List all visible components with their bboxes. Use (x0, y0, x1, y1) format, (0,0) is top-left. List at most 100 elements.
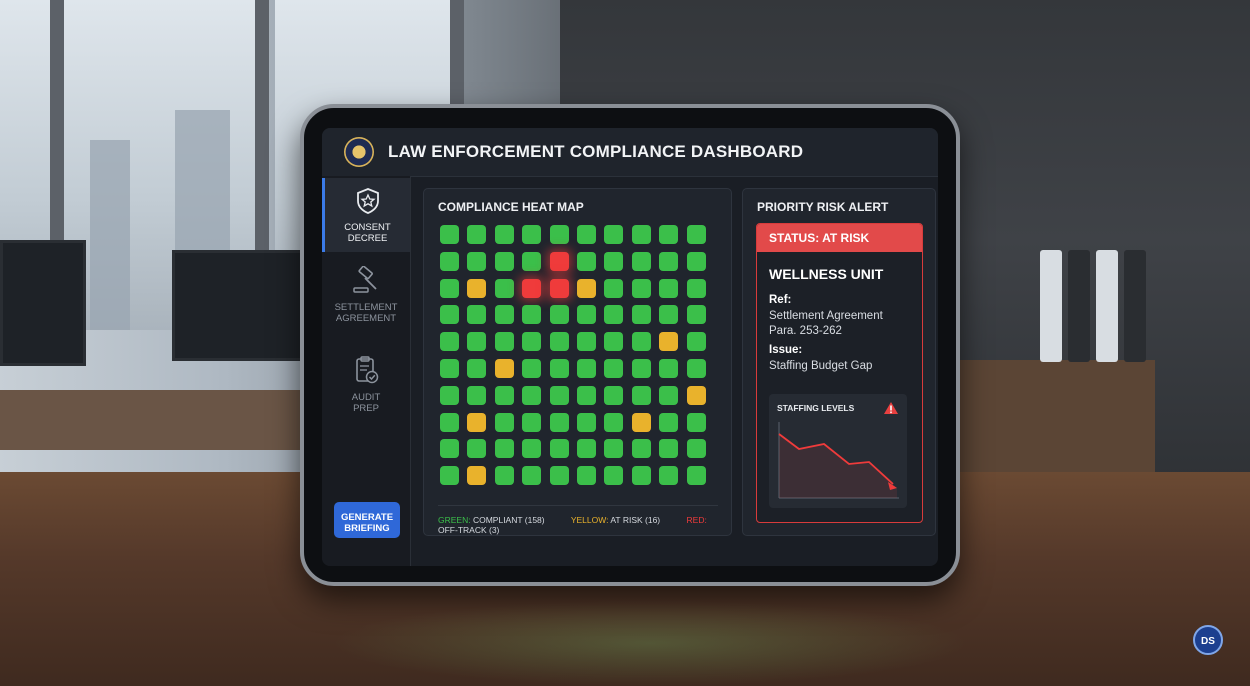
heat-map-cell[interactable] (549, 466, 569, 486)
generate-briefing-button[interactable]: GENERATE BRIEFING (334, 502, 400, 538)
heat-map-cell[interactable] (577, 332, 596, 352)
heat-map-cell[interactable] (467, 305, 487, 325)
heat-map-cell[interactable] (522, 466, 542, 486)
heat-map-cell[interactable] (631, 305, 651, 325)
sidebar-item-settlement-agreement[interactable]: SETTLEMENT AGREEMENT (322, 266, 410, 340)
heat-map-cell[interactable] (631, 225, 651, 244)
heat-map-cell[interactable] (522, 412, 542, 432)
heat-map-cell[interactable] (577, 466, 596, 486)
heat-map-cell[interactable] (659, 439, 679, 459)
heat-map-cell[interactable] (467, 439, 487, 459)
heat-map-cell[interactable] (467, 332, 487, 352)
heat-map-cell[interactable] (467, 385, 487, 405)
heat-map-cell[interactable] (577, 278, 596, 298)
heat-map-cell[interactable] (440, 412, 459, 432)
heat-map-cell[interactable] (522, 225, 542, 244)
heat-map-cell[interactable] (604, 412, 624, 432)
heat-map-cell[interactable] (467, 278, 487, 298)
heat-map-cell[interactable] (604, 359, 624, 378)
heat-map-cell[interactable] (440, 225, 459, 244)
heat-map-cell[interactable] (659, 278, 679, 298)
heat-map-cell[interactable] (686, 225, 706, 244)
heat-map-cell[interactable] (686, 332, 706, 352)
heat-map-cell[interactable] (494, 359, 514, 378)
heat-map-cell[interactable] (494, 332, 514, 352)
heat-map-cell[interactable] (577, 251, 596, 271)
heat-map-cell[interactable] (577, 359, 596, 378)
heat-map-cell[interactable] (549, 225, 569, 244)
heat-map-cell[interactable] (549, 278, 569, 298)
heat-map-cell[interactable] (440, 385, 459, 405)
heat-map-cell[interactable] (686, 466, 706, 486)
heat-map-cell[interactable] (549, 251, 569, 271)
heat-map-cell[interactable] (577, 305, 596, 325)
heat-map-cell[interactable] (494, 439, 514, 459)
heat-map-cell[interactable] (494, 305, 514, 325)
heat-map-cell[interactable] (631, 278, 651, 298)
heat-map-cell[interactable] (577, 225, 596, 244)
heat-map-cell[interactable] (604, 332, 624, 352)
heat-map-cell[interactable] (440, 278, 459, 298)
heat-map-cell[interactable] (440, 439, 459, 459)
heat-map-cell[interactable] (659, 305, 679, 325)
heat-map-cell[interactable] (522, 332, 542, 352)
heat-map-cell[interactable] (604, 251, 624, 271)
heat-map-cell[interactable] (494, 278, 514, 298)
heat-map-cell[interactable] (659, 412, 679, 432)
heat-map-cell[interactable] (686, 278, 706, 298)
heat-map-cell[interactable] (604, 305, 624, 325)
heat-map-cell[interactable] (440, 359, 459, 378)
heat-map-cell[interactable] (577, 412, 596, 432)
heat-map-cell[interactable] (494, 251, 514, 271)
heat-map-cell[interactable] (686, 359, 706, 378)
sidebar-item-audit-prep[interactable]: AUDIT PREP (322, 354, 410, 428)
heat-map-cell[interactable] (659, 225, 679, 244)
heat-map-cell[interactable] (631, 439, 651, 459)
heat-map-cell[interactable] (686, 251, 706, 271)
heat-map-cell[interactable] (686, 439, 706, 459)
heat-map-cell[interactable] (522, 278, 542, 298)
heat-map-cell[interactable] (659, 385, 679, 405)
heat-map-cell[interactable] (440, 305, 459, 325)
heat-map-cell[interactable] (659, 466, 679, 486)
heat-map-cell[interactable] (604, 385, 624, 405)
heat-map-cell[interactable] (467, 225, 487, 244)
heat-map-cell[interactable] (522, 251, 542, 271)
heat-map-cell[interactable] (631, 385, 651, 405)
sidebar-item-consent-decree[interactable]: CONSENT DECREE (322, 178, 410, 252)
heat-map-cell[interactable] (577, 439, 596, 459)
alert-card[interactable]: STATUS: AT RISK WELLNESS UNIT Ref: Settl… (756, 223, 923, 523)
heat-map-cell[interactable] (522, 385, 542, 405)
heat-map-cell[interactable] (549, 385, 569, 405)
heat-map-cell[interactable] (659, 251, 679, 271)
heat-map-cell[interactable] (467, 466, 487, 486)
heat-map-cell[interactable] (549, 412, 569, 432)
heat-map-cell[interactable] (577, 385, 596, 405)
heat-map-cell[interactable] (440, 332, 459, 352)
heat-map-cell[interactable] (522, 359, 542, 378)
heat-map-cell[interactable] (494, 385, 514, 405)
heat-map-cell[interactable] (494, 412, 514, 432)
heat-map-cell[interactable] (440, 466, 459, 486)
heat-map-cell[interactable] (467, 412, 487, 432)
heat-map-cell[interactable] (440, 251, 459, 271)
heat-map-cell[interactable] (549, 439, 569, 459)
heat-map-cell[interactable] (467, 251, 487, 271)
heat-map-cell[interactable] (522, 439, 542, 459)
heat-map-cell[interactable] (659, 332, 679, 352)
heat-map-cell[interactable] (659, 359, 679, 378)
heat-map-cell[interactable] (494, 466, 514, 486)
heat-map-cell[interactable] (467, 359, 487, 378)
heat-map-cell[interactable] (604, 466, 624, 486)
heat-map-cell[interactable] (549, 359, 569, 378)
heat-map-cell[interactable] (631, 359, 651, 378)
heat-map-cell[interactable] (631, 251, 651, 271)
heat-map-cell[interactable] (686, 305, 706, 325)
heat-map-cell[interactable] (549, 332, 569, 352)
heat-map-cell[interactable] (604, 225, 624, 244)
heat-map-cell[interactable] (522, 305, 542, 325)
heat-map-cell[interactable] (604, 439, 624, 459)
heat-map-cell[interactable] (631, 466, 651, 486)
heat-map-cell[interactable] (631, 332, 651, 352)
heat-map-cell[interactable] (686, 385, 706, 405)
